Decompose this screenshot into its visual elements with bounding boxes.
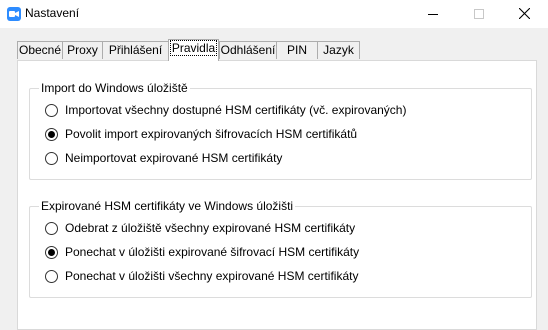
radio-button[interactable] xyxy=(45,270,58,283)
expired-group: Odebrat z úložiště všechny expirované HS… xyxy=(29,206,532,298)
import-group-legend: Import do Windows úložiště xyxy=(39,81,190,95)
tab-label: Odhlášení xyxy=(220,43,276,57)
expired-group-legend: Expirované HSM certifikáty ve Windows úl… xyxy=(39,199,296,213)
tab-label: Jazyk xyxy=(323,43,354,57)
import-group: Importovat všechny dostupné HSM certifik… xyxy=(29,88,532,180)
close-icon xyxy=(519,8,530,19)
tab-pin[interactable]: PIN xyxy=(276,41,318,59)
rules-panel: Importovat všechny dostupné HSM certifik… xyxy=(17,60,537,330)
radio-button[interactable] xyxy=(45,152,58,165)
radio-button[interactable] xyxy=(45,246,58,259)
tab-rules[interactable]: Pravidla xyxy=(168,39,219,61)
radio-label: Importovat všechny dostupné HSM certifik… xyxy=(65,103,407,117)
radio-button[interactable] xyxy=(45,128,58,141)
tab-label: PIN xyxy=(286,43,307,57)
radio-label: Povolit import expirovaných šifrovacích … xyxy=(65,127,358,141)
radio-label: Ponechat v úložišti expirované šifrovací… xyxy=(65,245,360,259)
radio-label: Odebrat z úložiště všechny expirované HS… xyxy=(65,221,356,235)
tab-label: Obecné xyxy=(18,43,62,57)
tab-label: Přihlášení xyxy=(108,43,163,57)
radio-button[interactable] xyxy=(45,222,58,235)
window-title: Nastavení xyxy=(25,6,80,20)
close-button[interactable] xyxy=(502,0,548,28)
tab-label: Proxy xyxy=(67,43,98,57)
tab-login[interactable]: Přihlášení xyxy=(102,41,169,59)
maximize-button[interactable] xyxy=(456,0,502,28)
radio-label: Ponechat v úložišti všechny expirované H… xyxy=(65,269,359,283)
tab-general[interactable]: Obecné xyxy=(17,41,63,59)
tab-language[interactable]: Jazyk xyxy=(317,41,360,59)
radio-label: Neimportovat expirované HSM certifikáty xyxy=(65,151,283,165)
radio-button[interactable] xyxy=(45,104,58,117)
tab-logout[interactable]: Odhlášení xyxy=(219,41,277,59)
tab-proxy[interactable]: Proxy xyxy=(62,41,103,59)
minimize-button[interactable] xyxy=(410,0,456,28)
app-icon xyxy=(7,7,21,21)
title-bar: Nastavení xyxy=(0,0,548,28)
tab-label: Pravidla xyxy=(169,40,218,56)
